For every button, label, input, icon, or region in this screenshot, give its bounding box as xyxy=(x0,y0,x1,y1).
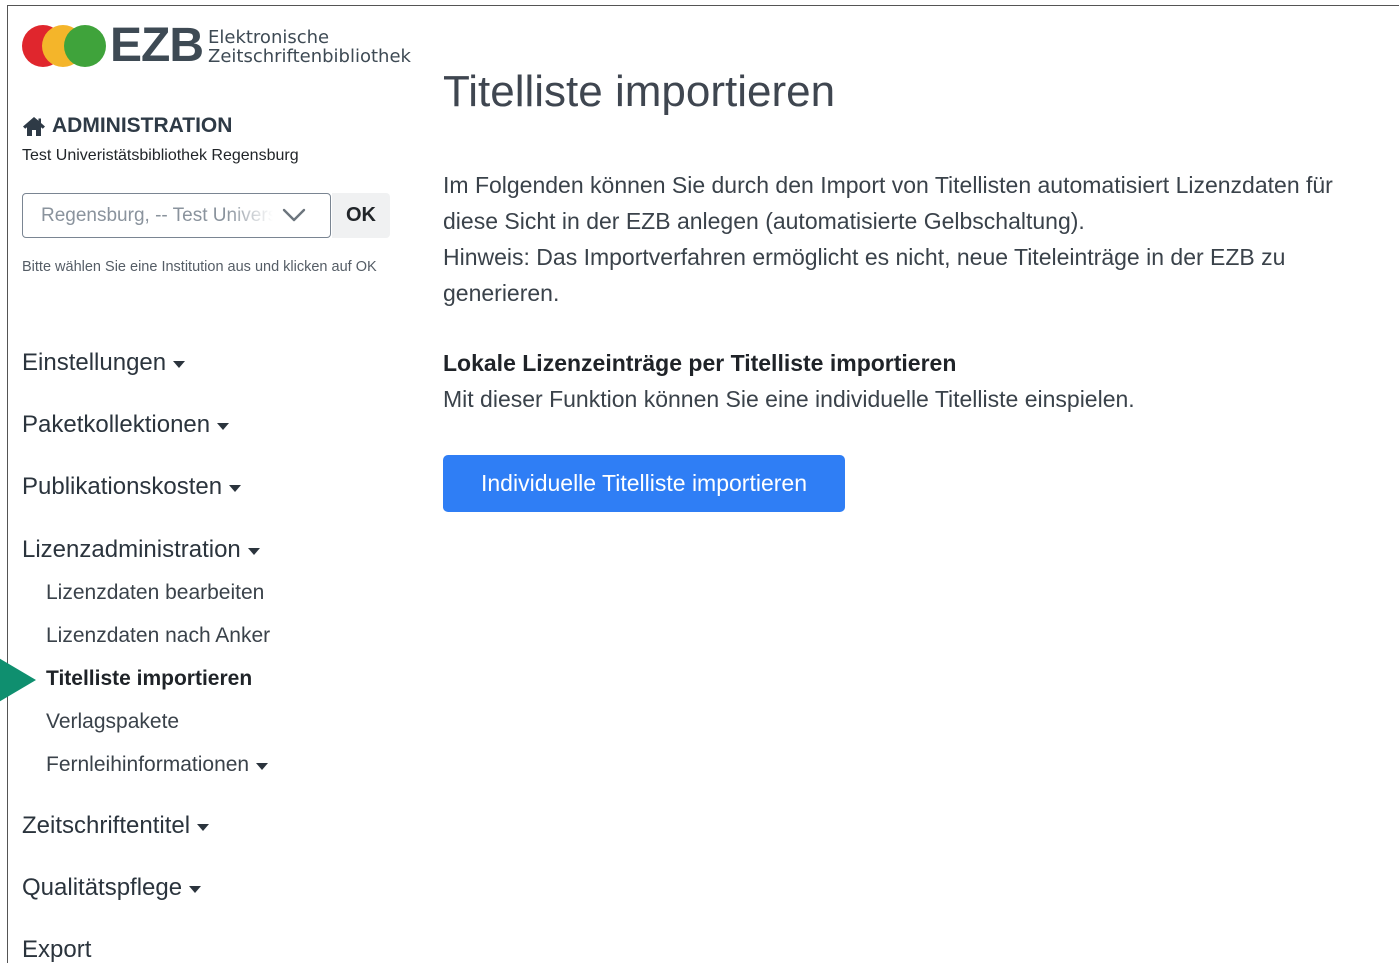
nav-verlagspakete[interactable]: Verlagspakete xyxy=(46,710,179,734)
nav-fernleihinformationen-label: Fernleihinformationen xyxy=(46,753,250,776)
caret-down-icon xyxy=(217,422,230,430)
institution-select-value: Regensburg, -- Test Universitätsbiblioth… xyxy=(41,204,273,226)
institution-select-row: Regensburg, -- Test Universitätsbiblioth… xyxy=(22,193,390,238)
page-title: Titelliste importieren xyxy=(443,67,836,116)
nav-publikationskosten[interactable]: Publikationskosten xyxy=(22,473,242,501)
logo-subtitle-line2: Zeitschriftenbibliothek xyxy=(208,46,411,67)
nav-einstellungen-label: Einstellungen xyxy=(22,349,167,376)
nav-qualitaetspflege[interactable]: Qualitätspflege xyxy=(22,874,202,902)
caret-down-icon xyxy=(256,762,269,770)
nav-fernleihinformationen[interactable]: Fernleihinformationen xyxy=(46,753,269,777)
intro-hint: Hinweis: Das Importverfahren ermöglicht … xyxy=(443,244,1286,306)
admin-title: ADMINISTRATION xyxy=(52,114,233,137)
caret-down-icon xyxy=(229,484,242,492)
nav-paketkollektionen[interactable]: Paketkollektionen xyxy=(22,411,230,439)
nav-lizenzdaten-nach-anker[interactable]: Lizenzdaten nach Anker xyxy=(46,624,270,648)
nav-zeitschriftentitel[interactable]: Zeitschriftentitel xyxy=(22,812,210,840)
ok-button[interactable]: OK xyxy=(332,193,390,238)
nav-einstellungen[interactable]: Einstellungen xyxy=(22,349,186,377)
nav-lizenzadministration-label: Lizenzadministration xyxy=(22,536,241,563)
nav-export[interactable]: Export xyxy=(22,936,91,964)
caret-down-icon xyxy=(247,547,260,555)
logo-subtitle-line1: Elektronische xyxy=(208,27,330,48)
active-nav-marker xyxy=(0,641,36,719)
institution-name: Test Univeristätsbibliothek Regensburg xyxy=(22,147,299,164)
institution-hint: Bitte wählen Sie eine Institution aus un… xyxy=(22,259,377,275)
institution-select[interactable]: Regensburg, -- Test Universitätsbiblioth… xyxy=(22,193,331,238)
logo-circles-icon xyxy=(22,24,108,68)
admin-heading[interactable]: ADMINISTRATION xyxy=(22,114,232,138)
section-description: Mit dieser Funktion können Sie eine indi… xyxy=(443,386,1135,412)
intro-paragraph: Im Folgenden können Sie durch den Import… xyxy=(443,172,1333,234)
intro-text: Im Folgenden können Sie durch den Import… xyxy=(443,167,1393,311)
home-icon xyxy=(22,116,46,137)
ezb-logo[interactable]: EZB Elektronische Zeitschriftenbibliothe… xyxy=(22,19,411,72)
logo-wordmark: EZB xyxy=(110,19,204,72)
caret-down-icon xyxy=(173,360,186,368)
logo-subtitle: Elektronische Zeitschriftenbibliothek xyxy=(208,28,411,66)
nav-export-label: Export xyxy=(22,936,92,963)
chevron-down-icon xyxy=(282,207,306,228)
nav-lizenzadministration[interactable]: Lizenzadministration xyxy=(22,536,260,564)
section-title: Lokale Lizenzeinträge per Titelliste imp… xyxy=(443,350,957,376)
nav-titelliste-importieren[interactable]: Titelliste importieren xyxy=(46,667,252,691)
nav-publikationskosten-label: Publikationskosten xyxy=(22,473,223,500)
caret-down-icon xyxy=(189,885,202,893)
nav-zeitschriftentitel-label: Zeitschriftentitel xyxy=(22,812,191,839)
caret-down-icon xyxy=(197,823,210,831)
nav-lizenzdaten-bearbeiten[interactable]: Lizenzdaten bearbeiten xyxy=(46,581,264,605)
nav-qualitaetspflege-label: Qualitätspflege xyxy=(22,874,183,901)
import-individual-list-button[interactable]: Individuelle Titelliste importieren xyxy=(443,455,845,512)
nav-paketkollektionen-label: Paketkollektionen xyxy=(22,411,211,438)
